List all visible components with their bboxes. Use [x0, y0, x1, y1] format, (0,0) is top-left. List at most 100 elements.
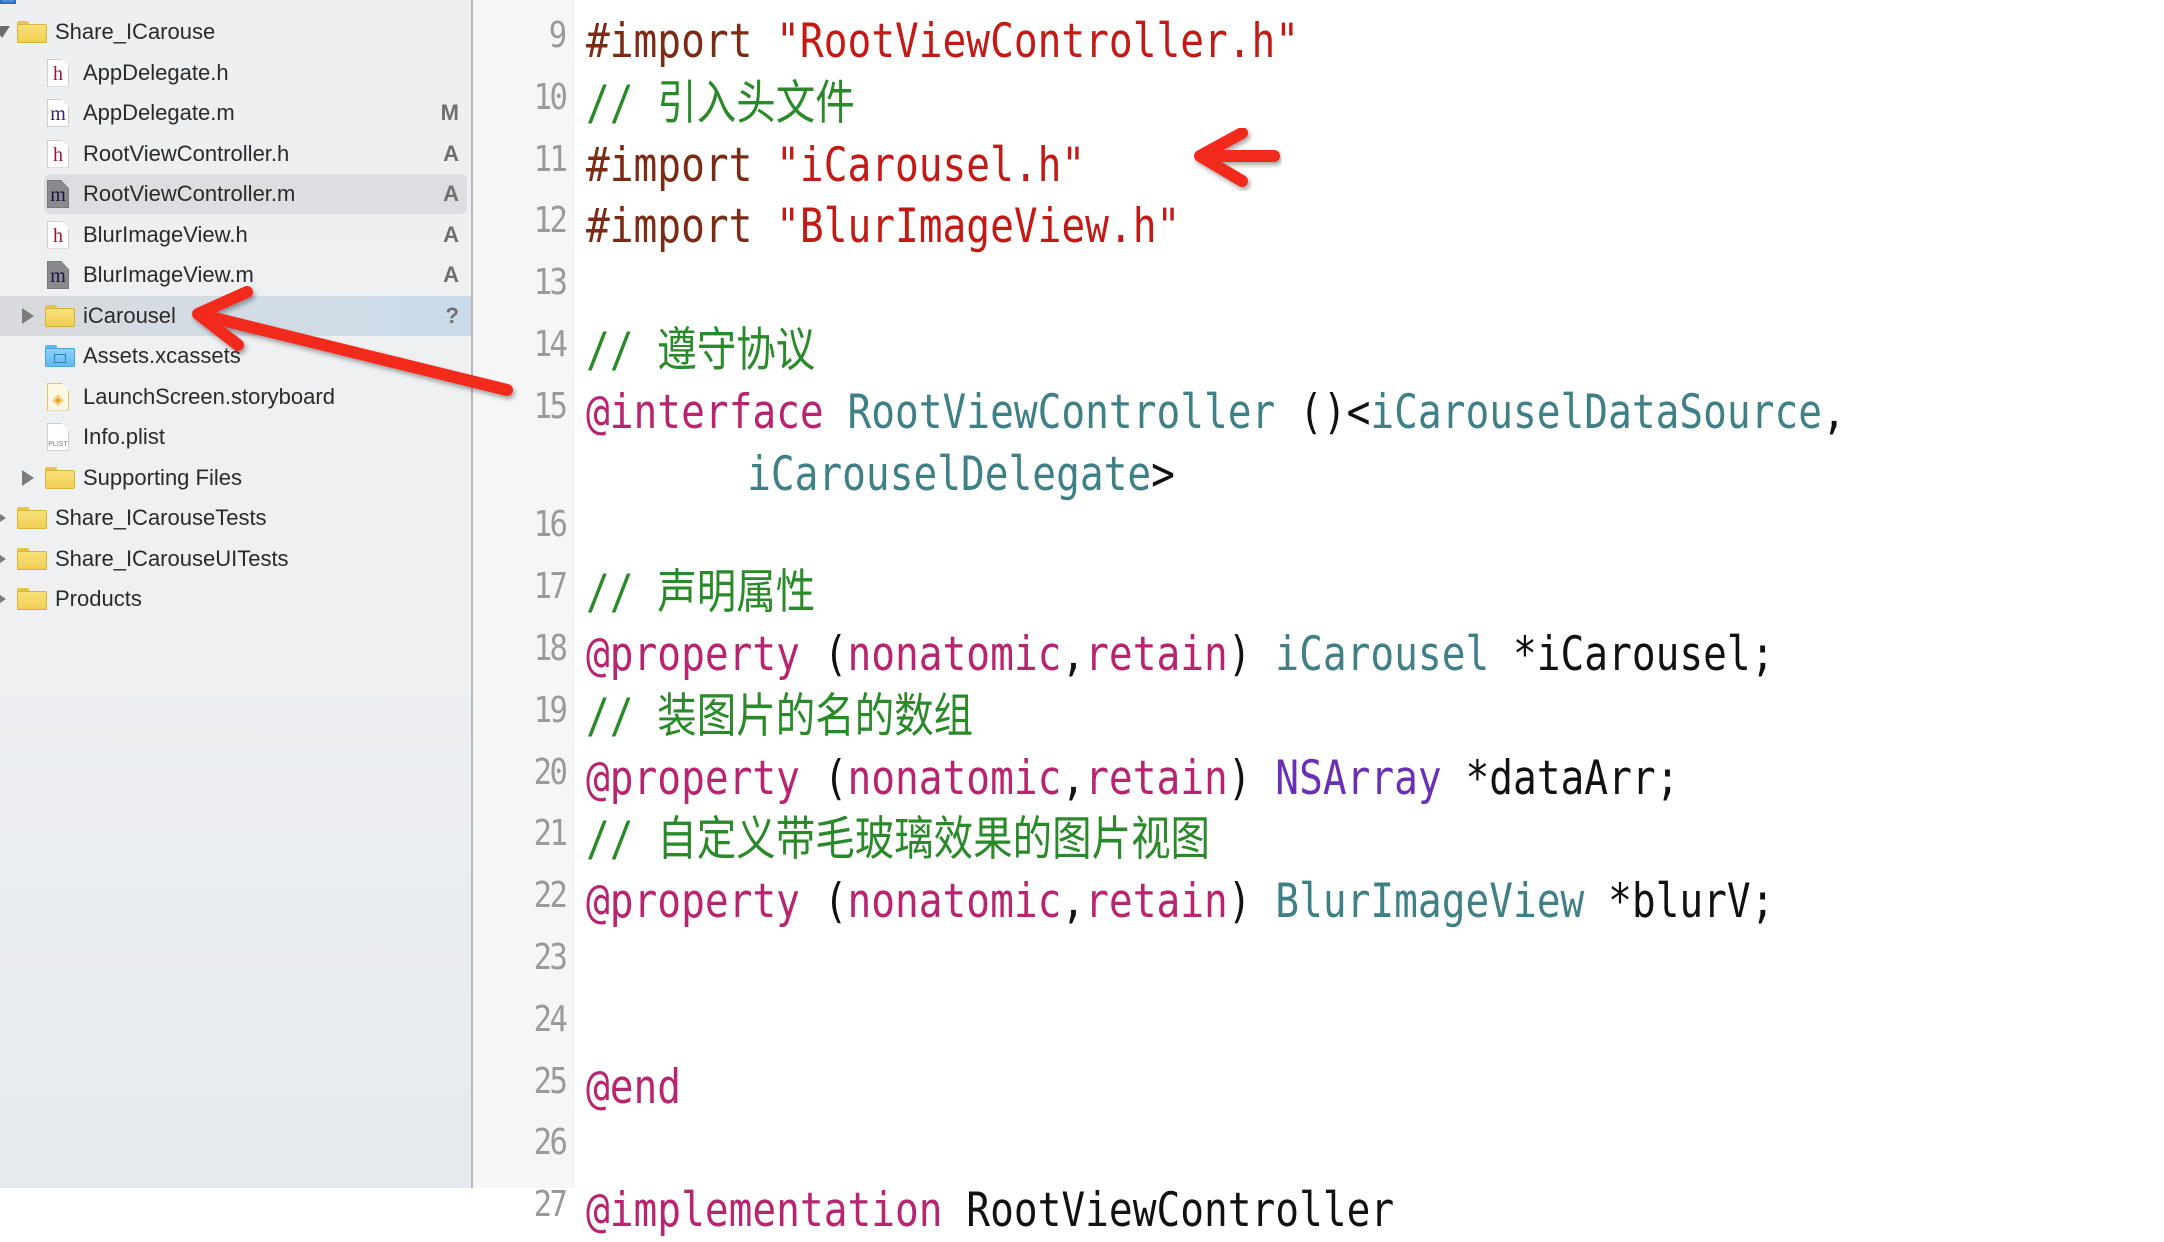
code-line-9[interactable]: #import "RootViewController.h": [586, 11, 1299, 73]
code-token: "BlurImageView.h": [776, 199, 1181, 255]
code-token: //: [586, 565, 658, 621]
nav-item-share-icarousetests[interactable]: Share_ICarouseTests: [0, 498, 471, 538]
code-token: ,: [1061, 874, 1086, 930]
nav-item-supporting-files[interactable]: Supporting Files: [0, 458, 471, 498]
nav-item-blurimageview-h[interactable]: h BlurImageView.h A: [0, 215, 471, 255]
code-token: ,: [1061, 750, 1086, 806]
folder-icon: [45, 466, 75, 489]
code-token: //: [586, 75, 658, 131]
code-line-12[interactable]: #import "BlurImageView.h": [586, 196, 1180, 258]
code-token: 声明属性: [657, 565, 816, 621]
disclosure-collapsed-icon[interactable]: [0, 550, 6, 567]
line-number: 25: [533, 1060, 567, 1102]
line-number: 14: [533, 324, 567, 365]
code-line-17[interactable]: // 声明属性: [586, 562, 815, 624]
code-line-15[interactable]: @interface RootViewController ()<iCarous…: [586, 382, 1846, 444]
code-token: RootViewController: [847, 384, 1276, 440]
line-number: 24: [533, 998, 567, 1040]
nav-item-label: AppDelegate.h: [83, 59, 229, 85]
code-token: @property: [586, 627, 800, 682]
code-token: iCarousel: [1275, 627, 1490, 682]
code-line-25[interactable]: @end: [586, 1057, 681, 1119]
source-control-status-badge: A: [443, 181, 459, 206]
code-token: ): [1227, 627, 1276, 682]
disclosure-collapsed-icon[interactable]: [0, 510, 6, 526]
code-line-15-wrap[interactable]: iCarouselDelegate>: [652, 444, 1175, 506]
nav-item-products[interactable]: Products: [0, 579, 471, 619]
nav-item-share-icarouseuitests[interactable]: Share_ICarouseUITests: [0, 539, 471, 579]
nav-item-label: RootViewController.h: [83, 140, 290, 166]
code-token: "iCarousel.h": [776, 137, 1086, 193]
nav-item-label: Share_ICarouseTests: [55, 505, 267, 530]
disclosure-expanded-icon[interactable]: [0, 26, 10, 38]
code-token: ()<: [1275, 384, 1371, 440]
code-line-19[interactable]: // 装图片的名的数组: [586, 686, 973, 748]
line-number: 12: [533, 200, 567, 242]
folder-icon: [17, 507, 47, 529]
plist-file-icon: PLIST: [47, 423, 69, 451]
code-token: #import: [586, 14, 777, 69]
nav-item-label: Supporting Files: [83, 464, 242, 490]
nav-item-assets-xcassets[interactable]: Assets.xcassets: [0, 336, 471, 376]
code-token: 装图片的名的数组: [657, 688, 974, 744]
code-token: 引入头文件: [657, 75, 855, 131]
line-number: 26: [533, 1122, 567, 1164]
code-token: nonatomic: [847, 627, 1062, 682]
nav-item-rootviewcontroller-h[interactable]: h RootViewController.h A: [0, 134, 471, 174]
nav-item-appdelegate-m[interactable]: m AppDelegate.m M: [0, 93, 471, 133]
disclosure-collapsed-icon[interactable]: [22, 307, 34, 324]
code-line-18[interactable]: @property (nonatomic,retain) iCarousel *…: [586, 624, 1774, 686]
nav-row-project-partial[interactable]: [0, 0, 471, 12]
code-token: @implementation: [586, 1183, 943, 1239]
code-line-14[interactable]: // 遵守协议: [586, 320, 815, 382]
disclosure-collapsed-icon[interactable]: [22, 469, 34, 486]
code-token: iCarouselDataSource: [1370, 384, 1823, 440]
code-token: ): [1227, 750, 1276, 806]
nav-item-label: RootViewController.m: [83, 181, 296, 206]
nav-item-icarousel[interactable]: iCarousel?: [0, 295, 471, 336]
nav-item-launchscreen-storyboard[interactable]: ◈ LaunchScreen.storyboard: [0, 377, 471, 417]
code-token: nonatomic: [847, 874, 1062, 930]
code-line-27[interactable]: @implementation RootViewController: [586, 1180, 1394, 1242]
code-token: "RootViewController.h": [776, 14, 1300, 69]
code-token: ,: [1822, 384, 1846, 440]
code-token: *iCarousel;: [1489, 627, 1775, 682]
code-token: @property: [586, 750, 800, 806]
project-navigator: Share_ICarouse h AppDelegate.h m AppDelegate…: [0, 0, 473, 1188]
line-number-gutter: 9 10 11 12 13 14 15 16 17 18 19 20 21 22 23 24 25 26 27: [473, 0, 574, 1225]
code-token: (: [799, 874, 848, 930]
header-file-icon: h: [47, 139, 69, 168]
line-number: 16: [533, 504, 567, 546]
code-line-20[interactable]: @property (nonatomic,retain) NSArray *da…: [586, 748, 1679, 810]
implementation-file-icon: m: [47, 99, 69, 127]
storyboard-file-icon: ◈: [47, 382, 69, 411]
line-number: 20: [533, 751, 567, 793]
project-icon: [0, 0, 16, 4]
code-line-10[interactable]: // 引入头文件: [586, 73, 855, 135]
code-token: (: [799, 627, 848, 682]
nav-item-info-plist[interactable]: PLIST Info.plist: [0, 417, 471, 457]
code-line-22[interactable]: @property (nonatomic,retain) BlurImageVi…: [586, 871, 1774, 933]
nav-item-blurimageview-m[interactable]: m BlurImageView.m A: [0, 255, 471, 295]
code-token: 遵守协议: [657, 323, 816, 378]
code-editor[interactable]: #import "RootViewController.h"// 引入头文件 #i…: [586, 0, 2164, 1238]
code-line-21[interactable]: // 自定义带毛玻璃效果的图片视图: [586, 809, 1210, 871]
nav-item-label: Products: [55, 586, 142, 611]
line-number: 18: [533, 628, 567, 669]
nav-item-rootviewcontroller-m[interactable]: m RootViewController.m A: [44, 174, 467, 214]
code-token: @interface: [586, 384, 824, 440]
folder-icon: [45, 304, 75, 327]
disclosure-collapsed-icon[interactable]: [0, 591, 6, 607]
nav-item-label: Assets.xcassets: [83, 343, 241, 368]
code-token: @end: [586, 1059, 682, 1115]
source-control-status-badge: A: [443, 262, 459, 287]
nav-item-share-icarouse[interactable]: Share_ICarouse: [0, 12, 471, 52]
nav-item-appdelegate-h[interactable]: h AppDelegate.h: [0, 53, 471, 93]
nav-item-label: Info.plist: [83, 424, 165, 449]
code-token: nonatomic: [847, 750, 1062, 806]
nav-item-label: AppDelegate.m: [83, 100, 235, 125]
code-token: //: [586, 323, 658, 378]
code-token: RootViewController: [942, 1183, 1395, 1239]
code-line-11[interactable]: #import "iCarousel.h": [586, 135, 1085, 197]
